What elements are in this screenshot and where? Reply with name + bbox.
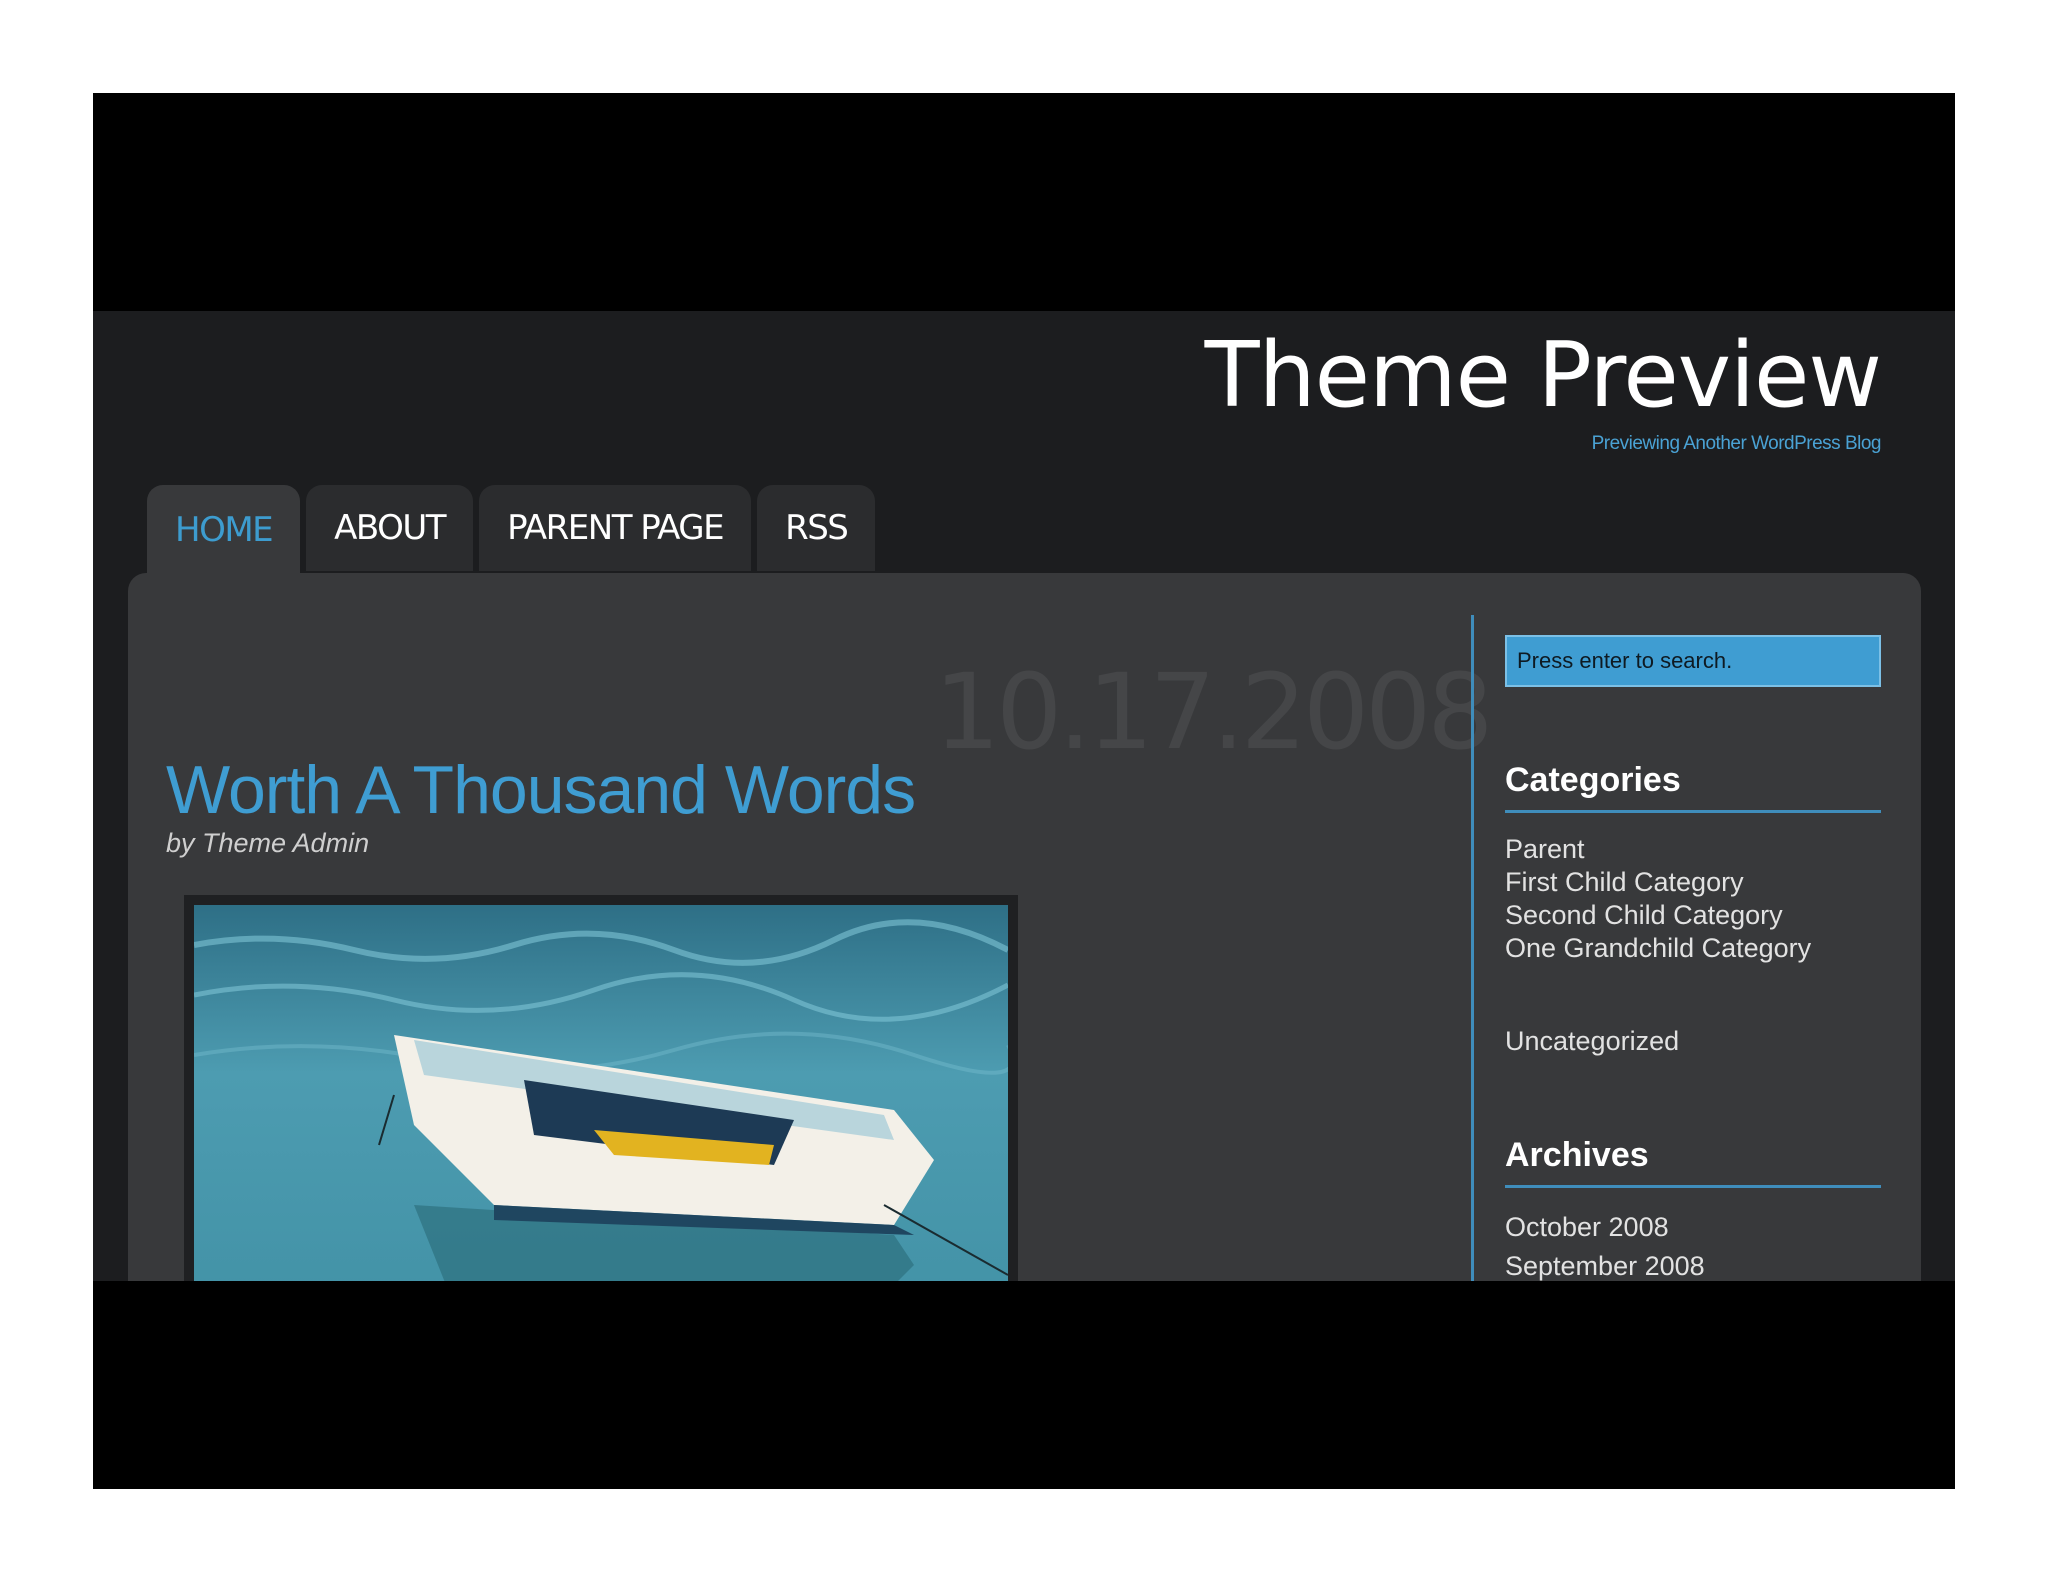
- archives-list: October 2008 September 2008: [1505, 1208, 1881, 1281]
- category-link[interactable]: Uncategorized: [1505, 1025, 1881, 1058]
- site-title[interactable]: Theme Preview: [1205, 323, 1882, 428]
- category-link[interactable]: One Grandchild Category: [1505, 932, 1881, 965]
- rowboat-photo-icon[interactable]: [194, 905, 1008, 1281]
- sidebar: Categories Parent First Child Category S…: [1505, 635, 1881, 1281]
- post-image-frame: [184, 895, 1018, 1281]
- search-input[interactable]: [1505, 635, 1881, 687]
- categories-list: Parent First Child Category Second Child…: [1505, 833, 1881, 1058]
- category-link[interactable]: Parent: [1505, 833, 1881, 866]
- tab-about[interactable]: ABOUT: [306, 485, 474, 571]
- category-link[interactable]: First Child Category: [1505, 866, 1881, 899]
- archive-link[interactable]: September 2008: [1505, 1247, 1881, 1281]
- content-panel: 10.17.2008 Worth A Thousand Words by The…: [128, 573, 1921, 1281]
- main-nav: HOME ABOUT PARENT PAGE RSS: [147, 485, 876, 575]
- tab-home[interactable]: HOME: [147, 485, 301, 575]
- post-date: 10.17.2008: [934, 651, 1493, 773]
- screenshot-frame: Theme Preview Previewing Another WordPre…: [93, 93, 1955, 1489]
- sidebar-divider: [1471, 615, 1474, 1281]
- tab-parent-page[interactable]: PARENT PAGE: [479, 485, 752, 571]
- post-title[interactable]: Worth A Thousand Words: [166, 751, 916, 829]
- archives-heading: Archives: [1505, 1136, 1881, 1188]
- archive-link[interactable]: October 2008: [1505, 1208, 1881, 1247]
- post-byline: by Theme Admin: [166, 828, 370, 858]
- tab-rss[interactable]: RSS: [757, 485, 876, 571]
- site-tagline: Previewing Another WordPress Blog: [1591, 433, 1882, 454]
- categories-heading: Categories: [1505, 761, 1881, 813]
- blog-page: Theme Preview Previewing Another WordPre…: [93, 311, 1955, 1281]
- category-link[interactable]: Second Child Category: [1505, 899, 1881, 932]
